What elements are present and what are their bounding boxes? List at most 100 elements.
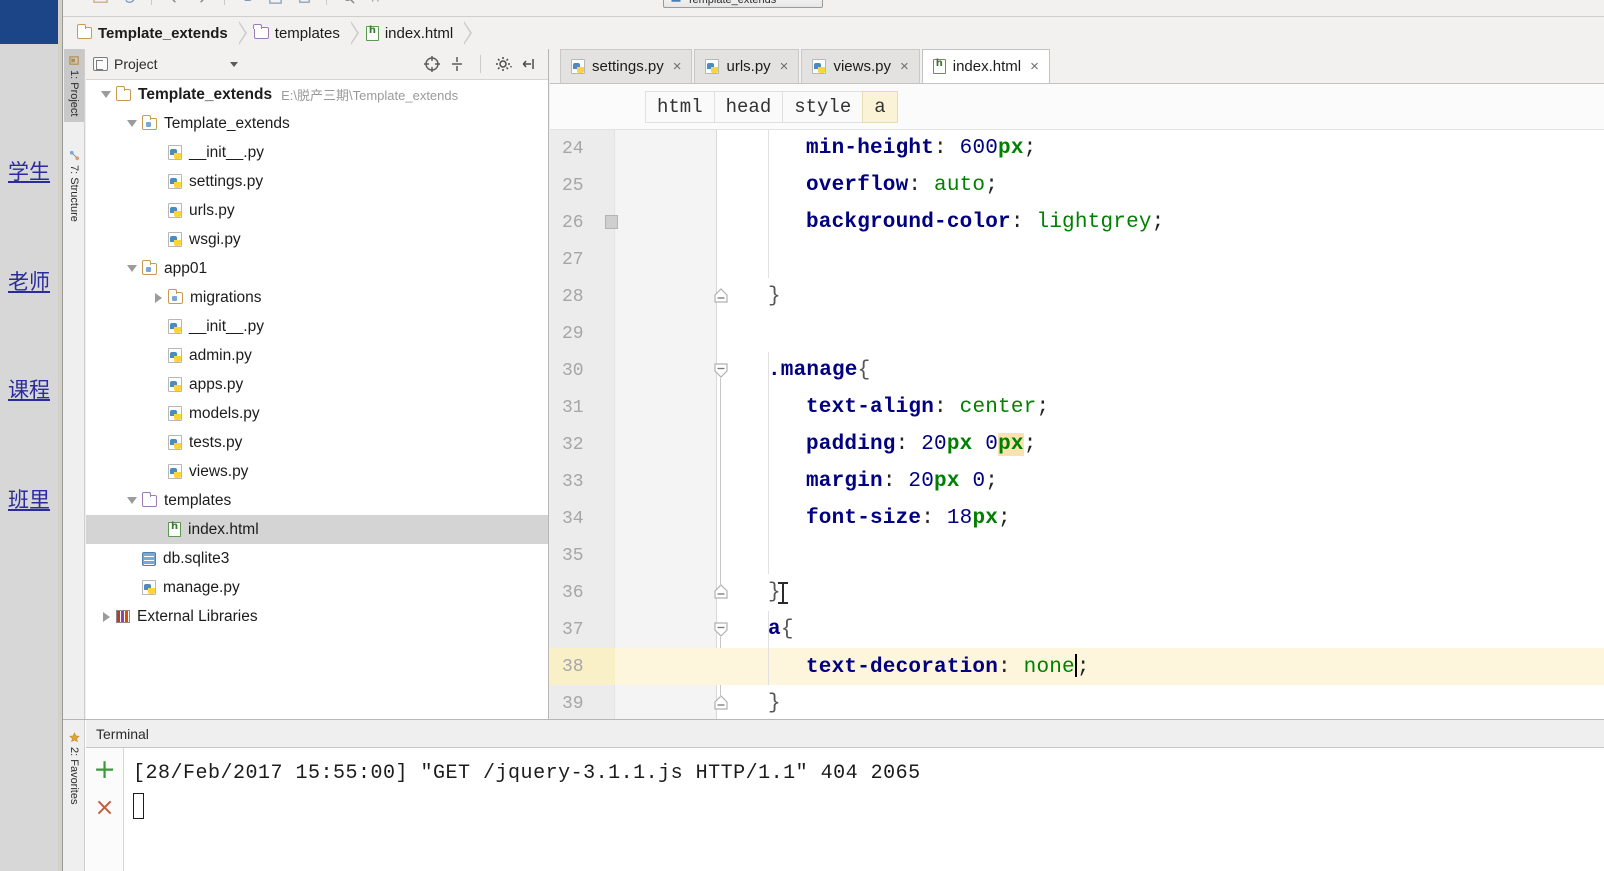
project-tree[interactable]: Template_extends E:\脱产三期\Template_extends… [86,80,548,719]
terminal-output[interactable]: [28/Feb/2017 15:55:00] ″GET /jquery-3.1.… [125,748,1604,871]
close-tab-icon[interactable]: × [1030,59,1039,74]
code-token: ; [985,470,999,493]
close-tab-icon[interactable]: × [673,59,682,74]
background-link-classes[interactable]: 班里 [8,484,68,514]
tree-node-migrations[interactable]: migrations [86,283,548,312]
expand-arrow-down-icon[interactable] [122,497,142,504]
code-line[interactable]: 28} [550,278,1604,315]
tree-node-templates[interactable]: templates [86,486,548,515]
replace-icon[interactable]: A [370,0,385,5]
python-file-icon [168,232,182,247]
navbar-crumb-index-html[interactable]: index.html [360,21,463,45]
background-link-students[interactable]: 学生 [8,156,68,186]
tree-node-template-extends[interactable]: Template_extends [86,109,548,138]
python-file-icon [142,580,156,595]
line-number: 31 [562,397,584,418]
structure-crumb-html[interactable]: html [645,90,715,123]
tree-node-tests-py[interactable]: tests.py [86,428,548,457]
indent-guide-line [768,352,769,574]
tree-node-views-py[interactable]: views.py [86,457,548,486]
tree-node-external-libraries[interactable]: External Libraries [86,602,548,631]
run-configuration-selector[interactable]: Template_extends [663,0,823,8]
undo-icon[interactable] [239,0,254,5]
code-line[interactable]: 37 a{ [550,611,1604,648]
navbar-crumb-templates[interactable]: templates [248,21,350,45]
new-session-button[interactable]: + [93,756,116,783]
tree-node-models-py[interactable]: models.py [86,399,548,428]
scroll-from-source-icon[interactable] [423,55,441,73]
background-link-teachers[interactable]: 老师 [8,266,68,296]
code-line[interactable]: 29 [550,315,1604,352]
collapse-all-icon[interactable] [448,55,466,73]
sync-icon[interactable] [122,0,137,5]
tree-node-app01[interactable]: app01 [86,254,548,283]
code-line[interactable]: 35 [550,537,1604,574]
code-line[interactable]: 25 overflow: auto; [550,167,1604,204]
back-arrow-icon[interactable] [166,0,181,5]
code-line[interactable]: 26 background-color: lightgrey; [550,204,1604,241]
close-session-button[interactable]: × [94,795,114,819]
background-link-courses[interactable]: 课程 [8,374,68,404]
code-token: ; [985,174,999,197]
close-tab-icon[interactable]: × [780,59,789,74]
chevron-down-icon[interactable] [229,61,238,67]
code-line[interactable]: 34 font-size: 18px; [550,500,1604,537]
code-line[interactable]: 31 text-align: center; [550,389,1604,426]
structure-crumb-head[interactable]: head [713,90,784,123]
tree-node-index-html[interactable]: index.html [86,515,548,544]
code-line[interactable]: 27 [550,241,1604,278]
code-editor[interactable]: 24 min-height: 600px; 25 overflow: auto; 26 b… [550,130,1604,719]
code-token: ; [1036,396,1050,419]
code-line[interactable]: 38 text-decoration: none; [550,648,1604,685]
tree-node--init-py[interactable]: __init__.py [86,138,548,167]
code-line[interactable]: 36} [550,574,1604,611]
editor-tab-settings-py[interactable]: settings.py × [560,49,693,83]
tree-node-template-extends[interactable]: Template_extends E:\脱产三期\Template_extends [86,80,548,109]
tree-node--init-py[interactable]: __init__.py [86,312,548,341]
code-line[interactable]: 33 margin: 20px 0; [550,463,1604,500]
code-line[interactable]: 30 .manage{ [550,352,1604,389]
tree-node-manage-py[interactable]: manage.py [86,573,548,602]
bottom-tool-window-stripe: 2: Favorites [63,720,85,871]
code-lines[interactable]: 24 min-height: 600px; 25 overflow: auto; 26 b… [550,130,1604,719]
hide-panel-icon[interactable] [520,55,538,73]
gutter-marker-icon[interactable] [605,215,618,229]
code-token: min-height [806,137,935,160]
open-folder-icon[interactable] [93,0,108,5]
editor-tab-views-py[interactable]: views.py × [801,49,920,83]
save-icon[interactable] [268,0,283,5]
tree-node-apps-py[interactable]: apps.py [86,370,548,399]
save-all-icon[interactable] [297,0,312,5]
code-token: : [882,470,909,493]
code-line[interactable]: 32 padding: 20px 0px; [550,426,1604,463]
expand-arrow-right-icon[interactable] [148,292,168,303]
structure-crumb-style[interactable]: style [782,90,864,123]
database-icon [142,551,156,566]
expand-arrow-right-icon[interactable] [96,611,116,622]
code-line[interactable]: 39} [550,685,1604,719]
editor-tab-index-html[interactable]: index.html × [921,49,1050,83]
tree-node-admin-py[interactable]: admin.py [86,341,548,370]
code-line-text: font-size: 18px; [806,507,1011,530]
tool-tab-project[interactable]: 1: Project [64,49,84,123]
editor-tab-urls-py[interactable]: urls.py × [694,49,800,83]
expand-arrow-down-icon[interactable] [122,265,142,272]
tree-node-urls-py[interactable]: urls.py [86,196,548,225]
tool-tab-structure[interactable]: 7: Structure [64,144,84,228]
structure-crumb-a[interactable]: a [862,90,898,123]
navbar-crumb-project[interactable]: Template_extends [71,21,238,45]
gear-icon[interactable] [495,55,513,73]
tree-node-db-sqlite3[interactable]: db.sqlite3 [86,544,548,573]
code-line[interactable]: 24 min-height: 600px; [550,130,1604,167]
expand-arrow-down-icon[interactable] [122,120,142,127]
python-file-icon [168,464,182,479]
tool-tab-favorites[interactable]: 2: Favorites [64,726,84,810]
code-token: lightgrey [1036,211,1152,234]
code-token: : [895,433,922,456]
search-icon[interactable] [341,0,356,5]
forward-arrow-icon[interactable] [195,0,210,5]
close-tab-icon[interactable]: × [900,59,909,74]
tree-node-settings-py[interactable]: settings.py [86,167,548,196]
expand-arrow-down-icon[interactable] [96,91,116,98]
tree-node-wsgi-py[interactable]: wsgi.py [86,225,548,254]
